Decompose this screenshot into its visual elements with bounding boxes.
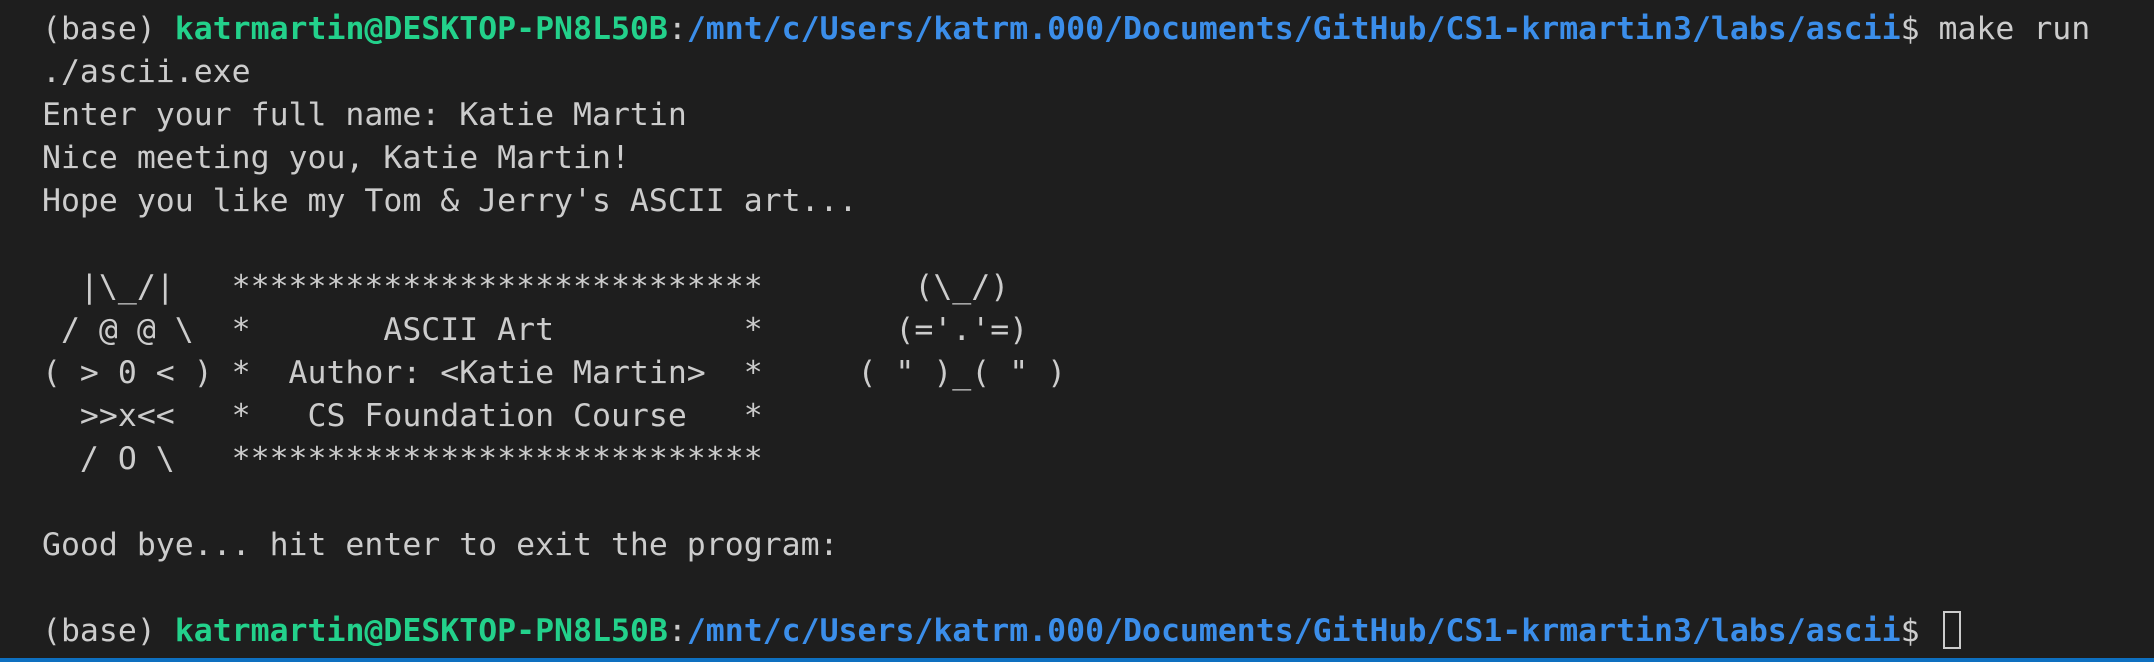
- ascii-art-line: ( > 0 < ) * Author: <Katie Martin> * ( "…: [42, 355, 1067, 391]
- user-host: katrmartin@DESKTOP-PN8L50B: [174, 613, 668, 649]
- output-line: Good bye... hit enter to exit the progra…: [42, 527, 839, 563]
- prompt-line-2[interactable]: (base) katrmartin@DESKTOP-PN8L50B:/mnt/c…: [42, 610, 2154, 653]
- ascii-art-line: >>x<< * CS Foundation Course *: [42, 398, 763, 434]
- prompt-colon: :: [667, 613, 687, 649]
- working-directory: /mnt/c/Users/katrm.000/Documents/GitHub/…: [686, 613, 1901, 649]
- ascii-art-line: / O \ ****************************: [42, 441, 763, 477]
- prompt-symbol: $: [1900, 613, 1939, 649]
- output-line: Nice meeting you, Katie Martin!: [42, 140, 630, 176]
- typed-command: make run: [1938, 11, 2091, 47]
- focus-border: [0, 658, 2154, 662]
- prompt-colon: :: [667, 11, 687, 47]
- text-cursor[interactable]: [1942, 611, 1961, 649]
- prompt-line-1: (base) katrmartin@DESKTOP-PN8L50B:/mnt/c…: [42, 8, 2154, 51]
- user-host: katrmartin@DESKTOP-PN8L50B: [174, 11, 668, 47]
- output-line: ./ascii.exe: [42, 54, 251, 90]
- output-line: Enter your full name: Katie Martin: [42, 97, 687, 133]
- terminal[interactable]: (base) katrmartin@DESKTOP-PN8L50B:/mnt/c…: [0, 0, 2154, 662]
- working-directory: /mnt/c/Users/katrm.000/Documents/GitHub/…: [686, 11, 1901, 47]
- ascii-art-line: |\_/| **************************** (\_/): [42, 269, 1010, 305]
- prompt-symbol: $: [1900, 11, 1939, 47]
- output-line: Hope you like my Tom & Jerry's ASCII art…: [42, 183, 858, 219]
- conda-env: (base): [42, 11, 175, 47]
- ascii-art-line: / @ @ \ * ASCII Art * (='.'=): [42, 312, 1029, 348]
- conda-env: (base): [42, 613, 175, 649]
